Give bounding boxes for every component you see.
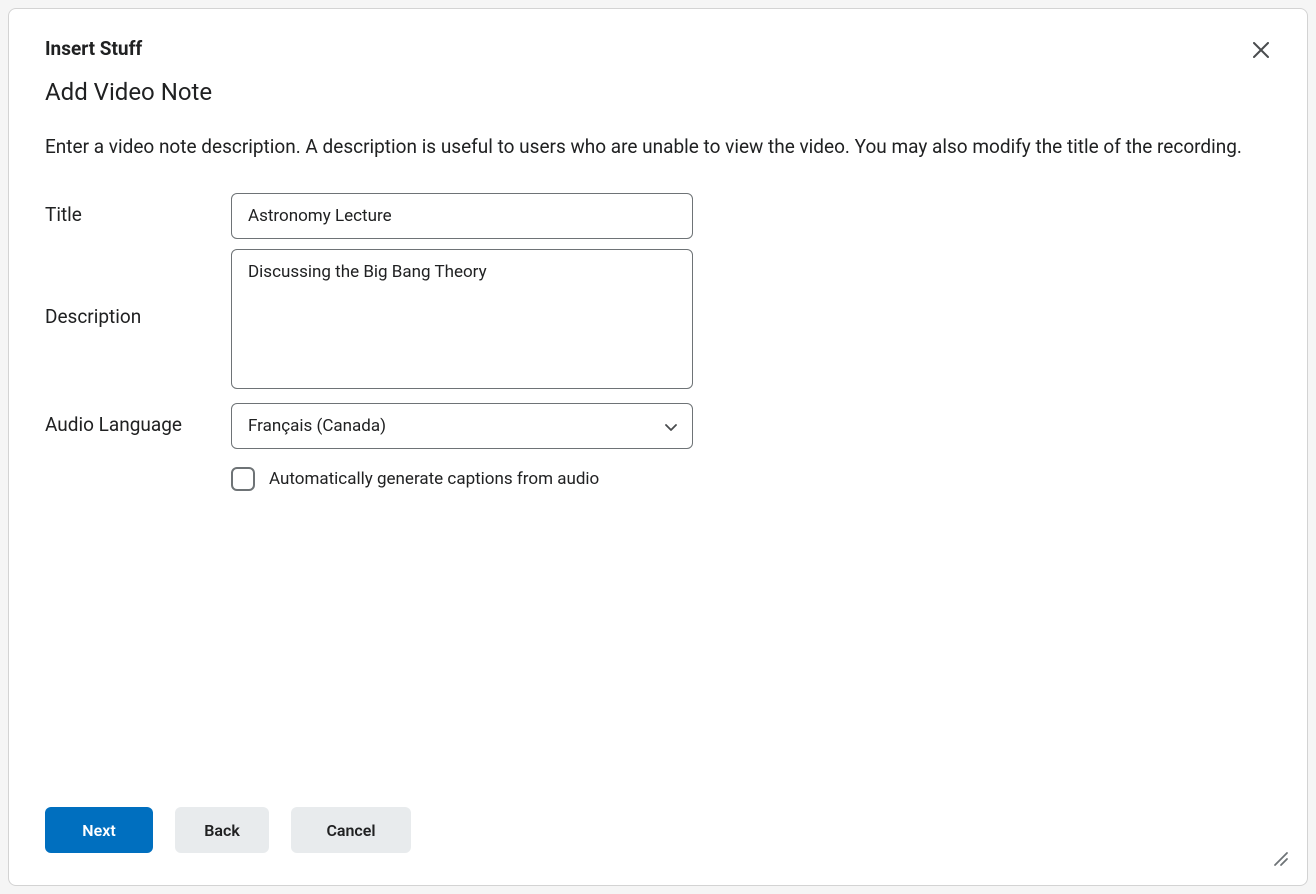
description-input-wrap: Discussing the Big Bang Theory <box>231 249 693 393</box>
close-button[interactable] <box>1245 34 1277 70</box>
cancel-button[interactable]: Cancel <box>291 807 411 853</box>
audio-language-select[interactable]: Français (Canada) <box>231 403 693 449</box>
captions-checkbox-label: Automatically generate captions from aud… <box>269 469 599 489</box>
modal-header: Insert Stuff Add Video Note <box>9 9 1307 132</box>
title-row: Title <box>45 193 1271 239</box>
insert-stuff-modal: Insert Stuff Add Video Note Enter a vide… <box>8 8 1308 886</box>
close-icon <box>1253 41 1269 63</box>
captions-checkbox[interactable] <box>231 467 255 491</box>
modal-title: Insert Stuff <box>45 37 1271 60</box>
audio-language-select-wrap: Français (Canada) <box>231 403 693 449</box>
modal-body: Enter a video note description. A descri… <box>9 132 1307 787</box>
title-input[interactable] <box>231 193 693 239</box>
title-input-wrap <box>231 193 693 239</box>
audio-language-row: Audio Language Français (Canada) <box>45 403 1271 449</box>
description-input[interactable]: Discussing the Big Bang Theory <box>231 249 693 389</box>
instruction-text: Enter a video note description. A descri… <box>45 132 1271 161</box>
description-label: Description <box>45 249 231 328</box>
audio-language-label: Audio Language <box>45 403 231 436</box>
title-label: Title <box>45 193 231 226</box>
description-row: Description Discussing the Big Bang Theo… <box>45 249 1271 393</box>
captions-checkbox-row: Automatically generate captions from aud… <box>231 467 1271 491</box>
back-button[interactable]: Back <box>175 807 269 853</box>
modal-footer: Next Back Cancel <box>9 787 1307 885</box>
next-button[interactable]: Next <box>45 807 153 853</box>
page-title: Add Video Note <box>45 78 1271 106</box>
